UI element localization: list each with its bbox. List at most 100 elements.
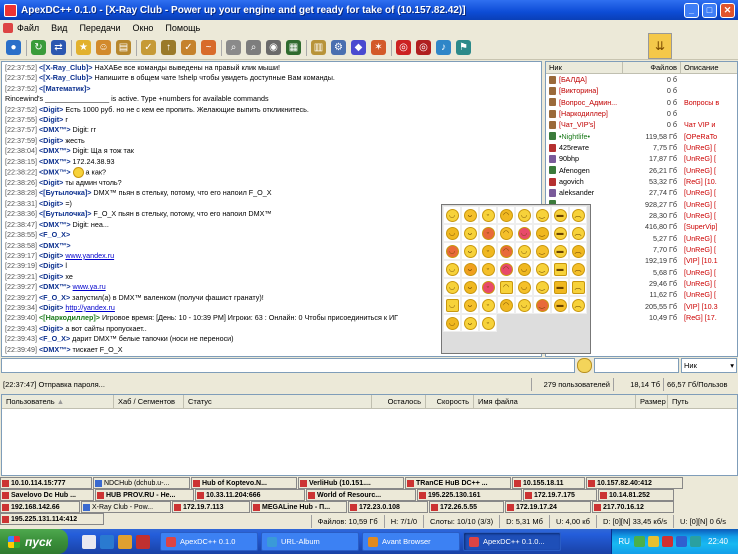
emoticon-cool-icon[interactable]: ▬ xyxy=(551,206,569,224)
chat-nick[interactable]: <Digit> xyxy=(39,261,63,270)
menu-view[interactable]: Вид xyxy=(51,23,67,33)
task-url-album[interactable]: URL-Album xyxy=(261,532,359,551)
emoticon-heart-icon[interactable]: ◠ xyxy=(497,260,515,278)
network-tray-icon[interactable] xyxy=(633,536,645,547)
column-user[interactable]: Пользователь ▲ xyxy=(2,394,114,409)
emoticon-sick-icon[interactable]: ᴗ xyxy=(461,278,479,296)
column-remaining[interactable]: Осталось xyxy=(372,394,426,409)
volume-tray-icon[interactable] xyxy=(647,536,659,547)
hub-tab[interactable]: 10.155.18.11 xyxy=(512,477,585,489)
user-row[interactable]: [БАЛДА] 0 б xyxy=(546,74,737,85)
hub-tab[interactable]: HUB PROV.RU - He... xyxy=(95,489,194,501)
emoticon-blush-icon[interactable]: ︵ xyxy=(569,242,587,260)
hub-tab[interactable]: 10.10.114.15:777 xyxy=(0,477,92,489)
finished-uploads-icon[interactable]: ✓ xyxy=(181,40,196,55)
chat-nick[interactable]: <[Бутылочка]> xyxy=(39,188,91,197)
emoticon-button-icon[interactable] xyxy=(577,358,592,373)
emoticon-angel-icon[interactable]: ᵕ xyxy=(479,260,497,278)
emoticon-beer-icon[interactable]: ◠ xyxy=(497,278,515,296)
emoticon-rose-icon[interactable]: ᵕ xyxy=(479,278,497,296)
hub-tab[interactable]: 172.26.5.55 xyxy=(429,501,504,513)
emoticon-rage-icon[interactable]: ‿ xyxy=(533,296,551,314)
emoticon-smile-icon[interactable]: ◡ xyxy=(443,206,461,224)
column-filename[interactable]: Имя файла xyxy=(474,394,636,409)
column-speed[interactable]: Скорость xyxy=(426,394,474,409)
task-apexdc-1[interactable]: ApexDC++ 0.1.0 xyxy=(160,532,258,551)
column-path[interactable]: Путь xyxy=(668,395,737,409)
emoticon-ninja-icon[interactable]: ︵ xyxy=(569,296,587,314)
emoticon-nerd-icon[interactable]: ▬ xyxy=(551,224,569,242)
emoticon-tongue-icon[interactable]: ᵕ xyxy=(479,206,497,224)
emoticon-love-icon[interactable]: ◡ xyxy=(515,224,533,242)
hub-tab[interactable]: X-Ray Club - Pow... xyxy=(81,501,171,513)
hub-tab[interactable]: Hub of Koptevo.N... xyxy=(191,477,297,489)
user-row[interactable]: 425rewre 7,75 Гб [UnReG] [ xyxy=(546,142,737,153)
chat-nick[interactable]: <F_O_X> xyxy=(39,230,70,239)
message-input[interactable] xyxy=(1,358,575,373)
hub-tab[interactable]: 10.33.11.204:666 xyxy=(195,489,305,501)
notepad-icon[interactable]: ▦ xyxy=(286,40,301,55)
open-filelist-icon[interactable]: ▥ xyxy=(311,40,326,55)
emoticon-evil-grin-icon[interactable]: ᵕ xyxy=(479,296,497,314)
emoticon-phone-icon[interactable]: ︵ xyxy=(569,278,587,296)
user-row[interactable]: [Вопрос_Админ... 0 б Вопросы в xyxy=(546,97,737,108)
chat-nick[interactable]: <F_O_X> xyxy=(39,334,70,343)
transfer-view[interactable]: Пользователь ▲ Хаб / Сегментов Статус Ос… xyxy=(1,394,738,476)
user-row[interactable]: [Наркодиллер] 0 б xyxy=(546,108,737,119)
hub-tab[interactable]: 172.23.0.108 xyxy=(348,501,428,513)
chat-link[interactable]: www.ya.ru xyxy=(73,282,106,291)
column-status[interactable]: Статус xyxy=(184,394,372,409)
hub-tab[interactable]: 10.14.81.252 xyxy=(598,489,674,501)
network-stats-icon[interactable]: ~ xyxy=(201,40,216,55)
chat-nick[interactable]: <DMX™> xyxy=(39,125,71,134)
user-row[interactable]: [Викторина] 0 б xyxy=(546,85,737,96)
column-description[interactable]: Описание xyxy=(681,62,737,74)
hub-tab[interactable]: TRanCE HuB DC++ ... xyxy=(405,477,511,489)
emoticon-shy-icon[interactable]: ᴗ xyxy=(461,224,479,242)
connect-icon[interactable]: ● xyxy=(6,40,21,55)
away-icon[interactable]: ◎ xyxy=(396,40,411,55)
column-files[interactable]: Файлов xyxy=(623,62,681,74)
emoticon-kiss-icon[interactable]: ◠ xyxy=(497,224,515,242)
filter-column-select[interactable]: Ник ▾ xyxy=(681,358,737,373)
user-row[interactable]: 90bhp 17,87 Гб [UnReG] [ xyxy=(546,153,737,164)
winamp-icon[interactable]: ♪ xyxy=(436,40,451,55)
emoticon-cake-icon[interactable]: ▬ xyxy=(551,278,569,296)
hub-tab[interactable]: 172.19.7.113 xyxy=(172,501,250,513)
messenger-tray-icon[interactable] xyxy=(689,536,701,547)
shield-tray-icon[interactable] xyxy=(675,536,687,547)
hub-tab[interactable]: 195.225.130.161 xyxy=(417,489,522,501)
chat-nick[interactable]: <[Математик]> xyxy=(39,84,90,93)
emoticon-dizzy-icon[interactable]: ◡ xyxy=(515,242,533,260)
emoticon-hug-icon[interactable]: ︵ xyxy=(569,260,587,278)
chat-nick[interactable]: <Digit> xyxy=(39,178,63,187)
menu-window[interactable]: Окно xyxy=(133,23,154,33)
finished-icon[interactable]: ✓ xyxy=(141,40,156,55)
chat-nick[interactable]: <F_O_X> xyxy=(39,293,70,302)
hub-tab[interactable]: VerliHub (10.151.... xyxy=(298,477,404,489)
emoticon-warning-icon[interactable]: ᴗ xyxy=(461,260,479,278)
emoticon-doh-icon[interactable]: ◠ xyxy=(497,296,515,314)
search-icon[interactable]: ⌕ xyxy=(226,40,241,55)
task-apexdc-2[interactable]: ApexDC++ 0.1.0... xyxy=(463,532,561,551)
menu-help[interactable]: Помощь xyxy=(165,23,200,33)
chat-nick[interactable]: <[Бутылочка]> xyxy=(39,209,91,218)
column-nick[interactable]: Ник xyxy=(546,62,623,74)
chat-nick[interactable]: <DMX™> xyxy=(39,220,71,229)
emoticon-roll-icon[interactable]: ᵕ xyxy=(479,242,497,260)
emoticon-confused-icon[interactable]: ◡ xyxy=(443,260,461,278)
emoticon-angry-icon[interactable]: ◡ xyxy=(443,242,461,260)
chat-nick[interactable]: <Digit> xyxy=(39,251,63,260)
apex-tray-icon[interactable] xyxy=(661,536,673,547)
hub-tab[interactable]: NDCHub (dchub.u-... xyxy=(93,477,190,489)
chat-nick[interactable]: <DMX™> xyxy=(39,241,71,250)
emoticon-happy-icon[interactable]: ◡ xyxy=(515,206,533,224)
chat-nick[interactable]: <Digit> xyxy=(39,324,63,333)
menu-file[interactable]: Файл xyxy=(3,22,39,33)
column-hub-segments[interactable]: Хаб / Сегментов xyxy=(114,394,184,409)
chat-nick[interactable]: <Digit> xyxy=(39,115,63,124)
chat-nick[interactable]: <[Наркодиллер]> xyxy=(39,313,100,322)
network-icon[interactable]: ⚑ xyxy=(456,40,471,55)
emoticon-smile2-icon[interactable]: ᵕ xyxy=(479,314,497,332)
emoticon-skull-icon[interactable]: ▬ xyxy=(551,296,569,314)
